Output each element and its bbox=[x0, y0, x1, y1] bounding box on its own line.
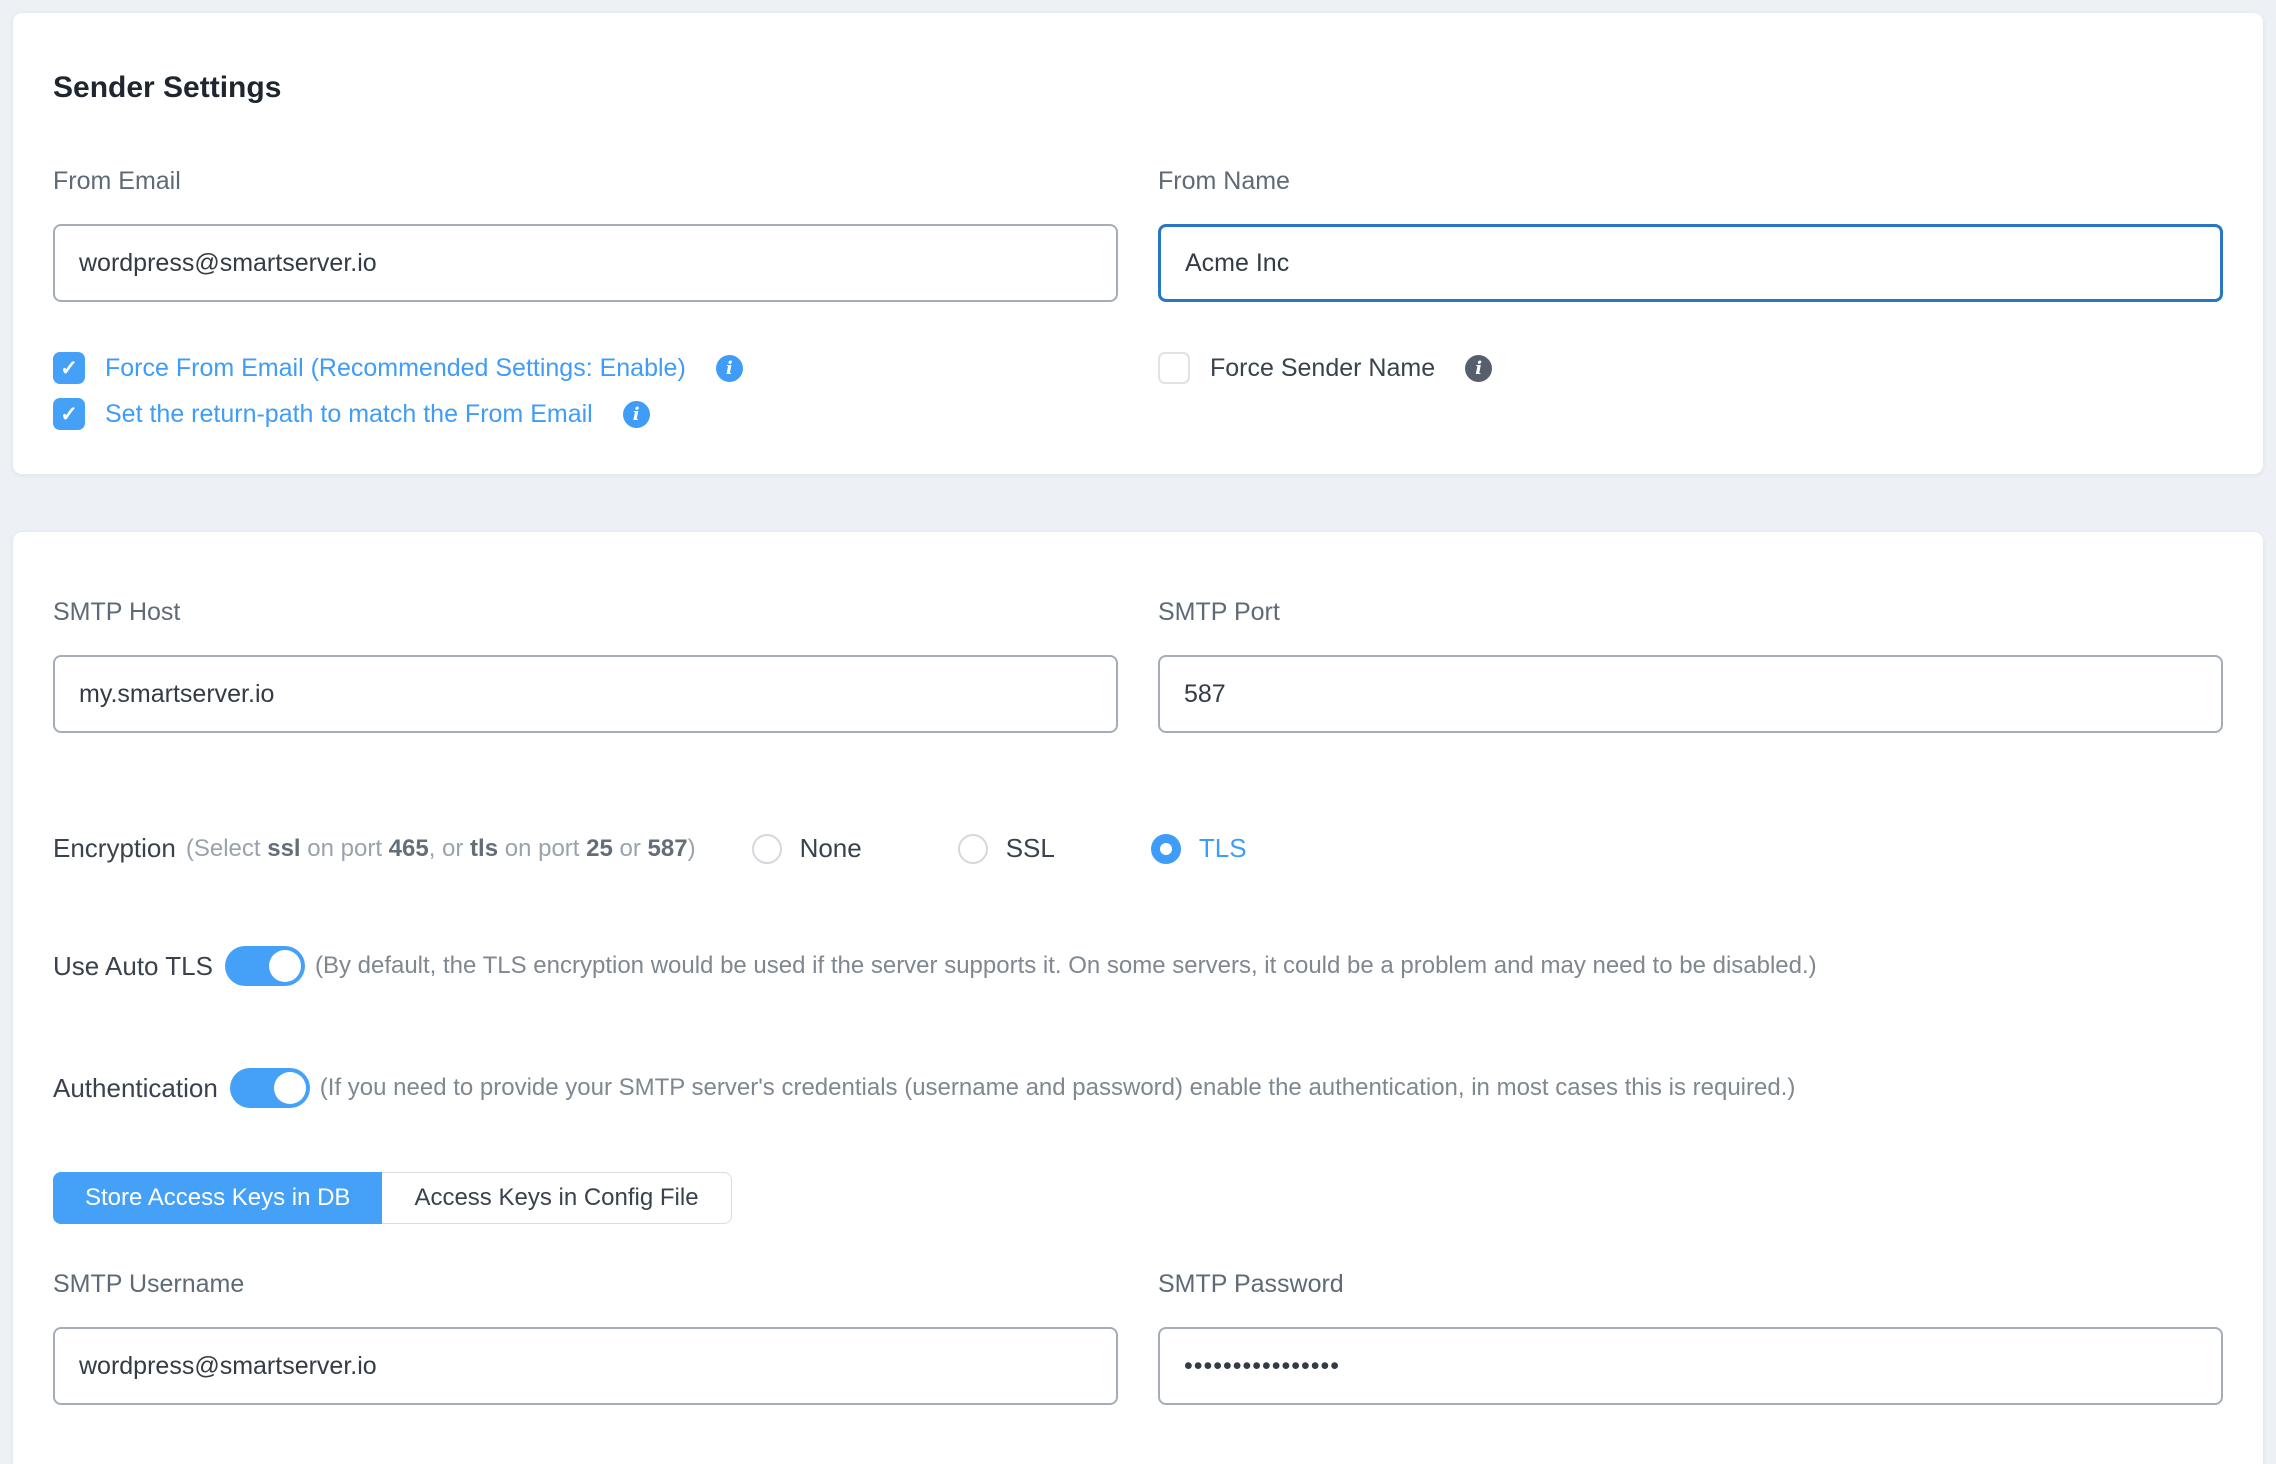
radio-ssl-icon bbox=[958, 834, 988, 864]
check-icon: ✓ bbox=[60, 356, 78, 381]
auto-tls-label: Use Auto TLS bbox=[53, 951, 213, 982]
smtp-username-field-group: SMTP Username bbox=[53, 1270, 1118, 1405]
toggle-knob bbox=[269, 950, 301, 982]
check-icon: ✓ bbox=[60, 402, 78, 427]
key-storage-tabs: Store Access Keys in DB Access Keys in C… bbox=[53, 1172, 732, 1224]
smtp-password-field-group: SMTP Password bbox=[1158, 1270, 2223, 1405]
auto-tls-row: Use Auto TLS (By default, the TLS encryp… bbox=[53, 946, 2223, 986]
encryption-row: Encryption (Select ssl on port 465, or t… bbox=[53, 833, 2223, 864]
info-icon[interactable]: i bbox=[1465, 355, 1492, 382]
tab-store-keys-in-db[interactable]: Store Access Keys in DB bbox=[53, 1172, 382, 1224]
smtp-port-input[interactable] bbox=[1158, 655, 2223, 733]
return-path-label: Set the return-path to match the From Em… bbox=[105, 400, 593, 429]
authentication-toggle[interactable] bbox=[230, 1068, 310, 1108]
force-from-email-checkbox[interactable]: ✓ bbox=[53, 352, 85, 384]
sender-settings-card: Sender Settings From Email ✓ Force From … bbox=[12, 12, 2264, 475]
smtp-username-label: SMTP Username bbox=[53, 1270, 1118, 1299]
from-name-field-group: From Name Force Sender Name i bbox=[1158, 167, 2223, 430]
authentication-label: Authentication bbox=[53, 1073, 218, 1104]
info-icon[interactable]: i bbox=[623, 401, 650, 428]
smtp-username-input[interactable] bbox=[53, 1327, 1118, 1405]
authentication-description: (If you need to provide your SMTP server… bbox=[320, 1074, 1796, 1102]
smtp-password-label: SMTP Password bbox=[1158, 1270, 2223, 1299]
tab-keys-in-config-file[interactable]: Access Keys in Config File bbox=[382, 1172, 731, 1224]
from-email-label: From Email bbox=[53, 167, 1118, 196]
radio-ssl-label: SSL bbox=[1006, 833, 1055, 864]
smtp-password-input[interactable] bbox=[1158, 1327, 2223, 1405]
sender-settings-title: Sender Settings bbox=[53, 71, 2223, 105]
from-name-input[interactable] bbox=[1158, 224, 2223, 302]
force-from-email-row: ✓ Force From Email (Recommended Settings… bbox=[53, 352, 1118, 384]
auto-tls-description: (By default, the TLS encryption would be… bbox=[315, 952, 1817, 980]
encryption-hint: (Select ssl on port 465, or tls on port … bbox=[186, 835, 696, 863]
encryption-label: Encryption bbox=[53, 833, 176, 864]
smtp-host-input[interactable] bbox=[53, 655, 1118, 733]
smtp-port-label: SMTP Port bbox=[1158, 598, 2223, 627]
smtp-port-field-group: SMTP Port bbox=[1158, 598, 2223, 733]
radio-tls-label: TLS bbox=[1199, 833, 1247, 864]
radio-none-icon bbox=[752, 834, 782, 864]
force-sender-name-label: Force Sender Name bbox=[1210, 354, 1435, 383]
authentication-row: Authentication (If you need to provide y… bbox=[53, 1068, 2223, 1108]
auto-tls-toggle[interactable] bbox=[225, 946, 305, 986]
force-from-email-label: Force From Email (Recommended Settings: … bbox=[105, 354, 686, 383]
toggle-knob bbox=[274, 1072, 306, 1104]
radio-none-label: None bbox=[800, 833, 862, 864]
info-icon[interactable]: i bbox=[716, 355, 743, 382]
smtp-host-label: SMTP Host bbox=[53, 598, 1118, 627]
return-path-row: ✓ Set the return-path to match the From … bbox=[53, 398, 1118, 430]
force-sender-name-row: Force Sender Name i bbox=[1158, 352, 2223, 384]
smtp-host-field-group: SMTP Host bbox=[53, 598, 1118, 733]
from-name-label: From Name bbox=[1158, 167, 2223, 196]
force-sender-name-checkbox[interactable] bbox=[1158, 352, 1190, 384]
from-email-input[interactable] bbox=[53, 224, 1118, 302]
smtp-settings-card: SMTP Host SMTP Port Encryption (Select s… bbox=[12, 531, 2264, 1464]
encryption-option-tls[interactable]: TLS bbox=[1151, 833, 1247, 864]
radio-tls-icon bbox=[1151, 834, 1181, 864]
encryption-option-ssl[interactable]: SSL bbox=[958, 833, 1055, 864]
return-path-checkbox[interactable]: ✓ bbox=[53, 398, 85, 430]
from-email-field-group: From Email ✓ Force From Email (Recommend… bbox=[53, 167, 1118, 430]
encryption-option-none[interactable]: None bbox=[752, 833, 862, 864]
